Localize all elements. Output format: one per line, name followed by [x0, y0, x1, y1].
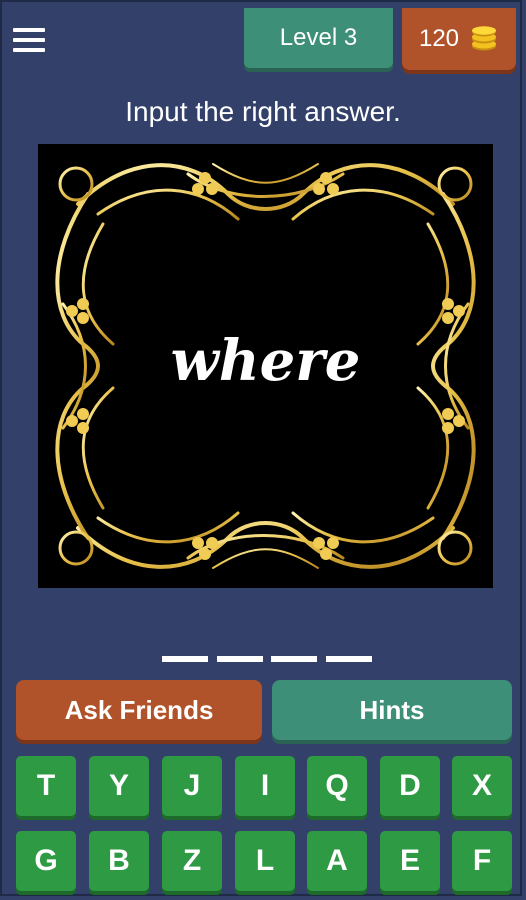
- hints-button[interactable]: Hints: [272, 680, 512, 740]
- letter-key[interactable]: I: [235, 756, 295, 816]
- level-badge: Level 3: [244, 8, 393, 68]
- letter-key[interactable]: L: [235, 831, 295, 891]
- level-label: Level 3: [279, 24, 358, 51]
- letter-key[interactable]: T: [16, 756, 76, 816]
- puzzle-word: where: [170, 328, 361, 394]
- puzzle-image: where: [38, 144, 493, 588]
- answer-slot[interactable]: [326, 656, 372, 662]
- ask-friends-button[interactable]: Ask Friends: [16, 680, 262, 740]
- answer-slots[interactable]: [162, 656, 372, 664]
- letter-key[interactable]: E: [380, 831, 440, 891]
- letter-key[interactable]: Y: [89, 756, 149, 816]
- coins-counter[interactable]: 120: [402, 8, 516, 70]
- letter-key[interactable]: Q: [307, 756, 367, 816]
- ask-friends-label: Ask Friends: [64, 694, 214, 725]
- answer-slot[interactable]: [217, 656, 263, 662]
- letter-key[interactable]: X: [452, 756, 512, 816]
- instruction-text: Input the right answer.: [125, 96, 401, 127]
- letter-key[interactable]: A: [307, 831, 367, 891]
- hamburger-menu-icon[interactable]: [13, 26, 47, 54]
- letter-key[interactable]: D: [380, 756, 440, 816]
- letter-key[interactable]: F: [452, 831, 512, 891]
- hints-label: Hints: [359, 694, 425, 725]
- answer-slot[interactable]: [271, 656, 317, 662]
- answer-slot[interactable]: [162, 656, 208, 662]
- letter-key[interactable]: J: [162, 756, 222, 816]
- coin-stack-icon: [472, 26, 497, 51]
- coins-value: 120: [418, 25, 460, 52]
- letter-key[interactable]: G: [16, 831, 76, 891]
- letter-key[interactable]: B: [89, 831, 149, 891]
- letter-key[interactable]: Z: [162, 831, 222, 891]
